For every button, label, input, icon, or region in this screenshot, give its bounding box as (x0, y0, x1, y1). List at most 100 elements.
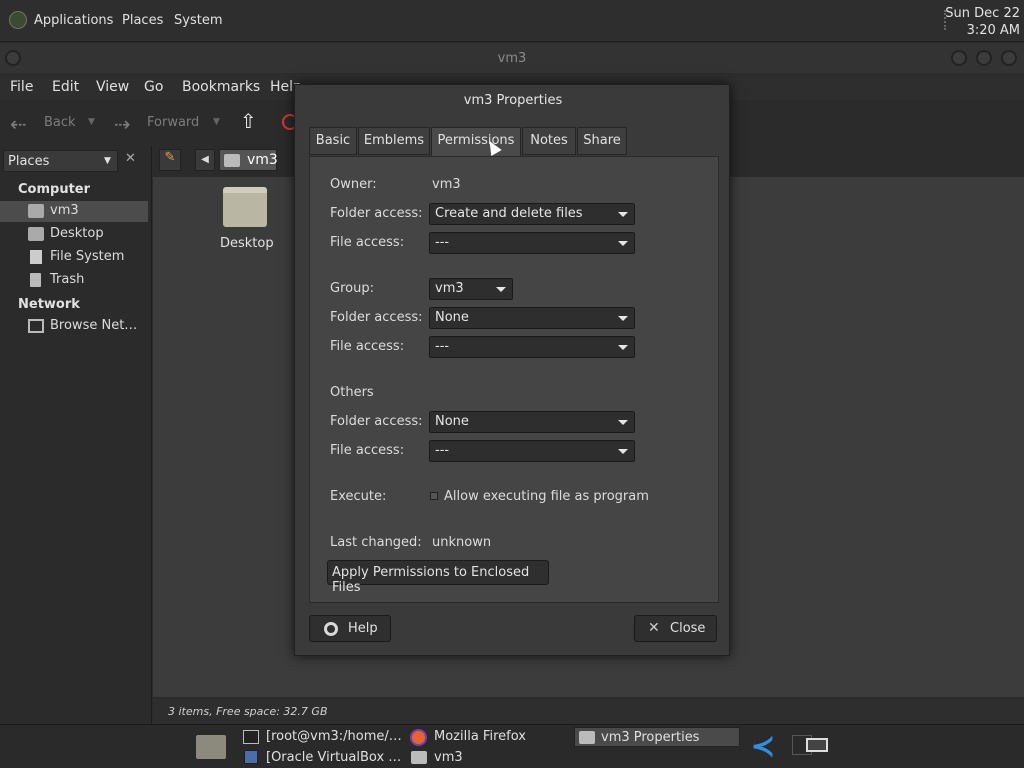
places-menu[interactable]: Places (122, 13, 163, 28)
vscode-icon[interactable]: ≺ (746, 730, 780, 764)
owner-file-access-select[interactable]: --- (429, 232, 635, 254)
sidebar-item-desktop[interactable]: Desktop (0, 224, 148, 245)
sidebar-selector-label: Places (8, 154, 50, 169)
group-folder-access-select[interactable]: None (429, 307, 635, 329)
close-sidebar-icon[interactable]: ✕ (125, 151, 136, 166)
owner-file-access-label: File access: (330, 235, 405, 250)
back-history-icon[interactable]: ▼ (88, 117, 95, 127)
sidebar-item-label: Trash (50, 272, 85, 287)
forward-history-icon[interactable]: ▼ (213, 117, 220, 127)
sidebar-selector[interactable]: Places ▼ (3, 150, 118, 172)
group-folder-access-label: Folder access: (330, 310, 423, 325)
last-changed-label: Last changed: (330, 535, 422, 550)
group-select[interactable]: vm3 (429, 278, 513, 300)
menu-bookmarks[interactable]: Bookmarks (182, 79, 260, 95)
maximize-button[interactable] (976, 50, 992, 66)
home-folder-icon (411, 751, 427, 764)
clock-date: Sun Dec 22 (945, 6, 1020, 21)
minimize-button[interactable] (951, 50, 967, 66)
owner-folder-access-select[interactable]: Create and delete files (429, 203, 635, 225)
task-label: vm3 (434, 750, 463, 765)
home-folder-icon (579, 731, 595, 744)
forward-button[interactable]: ⇢ Forward (112, 108, 212, 138)
trash-icon (30, 273, 41, 287)
task-label: [Oracle VirtualBox … (266, 750, 402, 765)
network-icon (28, 319, 44, 333)
tab-notes[interactable]: Notes (522, 127, 576, 155)
select-value: --- (435, 339, 450, 354)
drive-icon (30, 250, 42, 264)
select-value: vm3 (435, 281, 464, 296)
task-terminal[interactable]: [root@vm3:/home/… (240, 727, 404, 747)
others-file-access-select[interactable]: --- (429, 440, 635, 462)
sidebar-item-label: Browse Net… (50, 318, 138, 333)
workspace-switcher-active-icon[interactable] (806, 738, 828, 752)
others-folder-access-select[interactable]: None (429, 411, 635, 433)
clock[interactable]: Sun Dec 22 3:20 AM (945, 5, 1020, 39)
back-button[interactable]: ⇠ Back (8, 108, 100, 138)
status-text: 3 items, Free space: 32.7 GB (168, 705, 328, 718)
close-button[interactable]: ✕ Close (634, 615, 717, 642)
task-firefox[interactable]: Mozilla Firefox (408, 727, 572, 747)
home-folder-icon (224, 154, 240, 167)
sidebar: Places ▼ ✕ Computer vm3 Desktop File Sys… (0, 146, 152, 724)
statusbar: 3 items, Free space: 32.7 GB (153, 699, 1024, 724)
help-label: Help (348, 621, 378, 636)
task-virtualbox[interactable]: [Oracle VirtualBox … (240, 748, 404, 768)
execute-checkbox-label[interactable]: Allow executing file as program (444, 489, 649, 504)
path-back-icon[interactable]: ◀ (195, 149, 215, 171)
tab-permissions[interactable]: Permissions (431, 127, 521, 157)
breadcrumb-label: vm3 (247, 152, 278, 168)
distro-logo-icon[interactable] (9, 11, 27, 29)
menu-view[interactable]: View (96, 79, 129, 95)
close-icon: ✕ (648, 620, 660, 636)
task-vm3-properties[interactable]: vm3 Properties (574, 727, 740, 747)
select-value: --- (435, 235, 450, 250)
sidebar-item-label: Desktop (50, 226, 104, 241)
show-desktop-icon[interactable] (196, 735, 226, 759)
others-file-access-label: File access: (330, 443, 405, 458)
tab-share[interactable]: Share (577, 127, 627, 155)
sidebar-item-label: vm3 (50, 203, 79, 218)
select-value: Create and delete files (435, 206, 583, 221)
chevron-down-icon (618, 420, 628, 425)
tab-emblems[interactable]: Emblems (358, 127, 430, 155)
home-folder-icon (28, 204, 44, 218)
edit-location-icon[interactable]: ✎ (159, 149, 181, 171)
breadcrumb-vm3[interactable]: vm3 (219, 149, 278, 171)
window-titlebar[interactable]: vm3 (0, 43, 1024, 73)
help-button[interactable]: Help (309, 615, 391, 642)
system-menu[interactable]: System (174, 13, 222, 28)
chevron-down-icon (618, 241, 628, 246)
sidebar-item-browse-network[interactable]: Browse Net… (0, 316, 148, 337)
sidebar-item-vm3[interactable]: vm3 (0, 201, 148, 222)
tab-label: Permissions (437, 133, 515, 148)
tab-basic[interactable]: Basic (309, 127, 357, 155)
menu-file[interactable]: File (10, 79, 33, 95)
task-vm3[interactable]: vm3 (408, 748, 572, 768)
group-file-access-label: File access: (330, 339, 405, 354)
help-icon (324, 622, 338, 636)
window-menu-button[interactable] (5, 50, 21, 66)
others-label: Others (330, 385, 374, 400)
forward-label: Forward (147, 115, 200, 130)
task-label: [root@vm3:/home/… (266, 729, 402, 744)
folder-icon (223, 187, 267, 227)
sidebar-item-filesystem[interactable]: File System (0, 247, 148, 268)
chevron-down-icon (496, 287, 506, 292)
up-arrow-icon[interactable]: ⇧ (240, 109, 257, 133)
select-value: None (435, 310, 469, 325)
apply-permissions-button[interactable]: Apply Permissions to Enclosed Files (327, 560, 549, 595)
close-window-button[interactable] (1001, 50, 1017, 66)
back-arrow-icon: ⇠ (10, 112, 27, 136)
tab-label: Notes (530, 133, 568, 148)
sidebar-item-trash[interactable]: Trash (0, 270, 148, 291)
menu-go[interactable]: Go (144, 79, 163, 95)
file-item-desktop[interactable]: Desktop (213, 187, 277, 257)
chevron-down-icon: ▼ (104, 156, 111, 166)
select-value: None (435, 414, 469, 429)
menu-edit[interactable]: Edit (52, 79, 79, 95)
execute-checkbox[interactable] (430, 492, 438, 500)
applications-menu[interactable]: Applications (34, 13, 113, 28)
group-file-access-select[interactable]: --- (429, 336, 635, 358)
